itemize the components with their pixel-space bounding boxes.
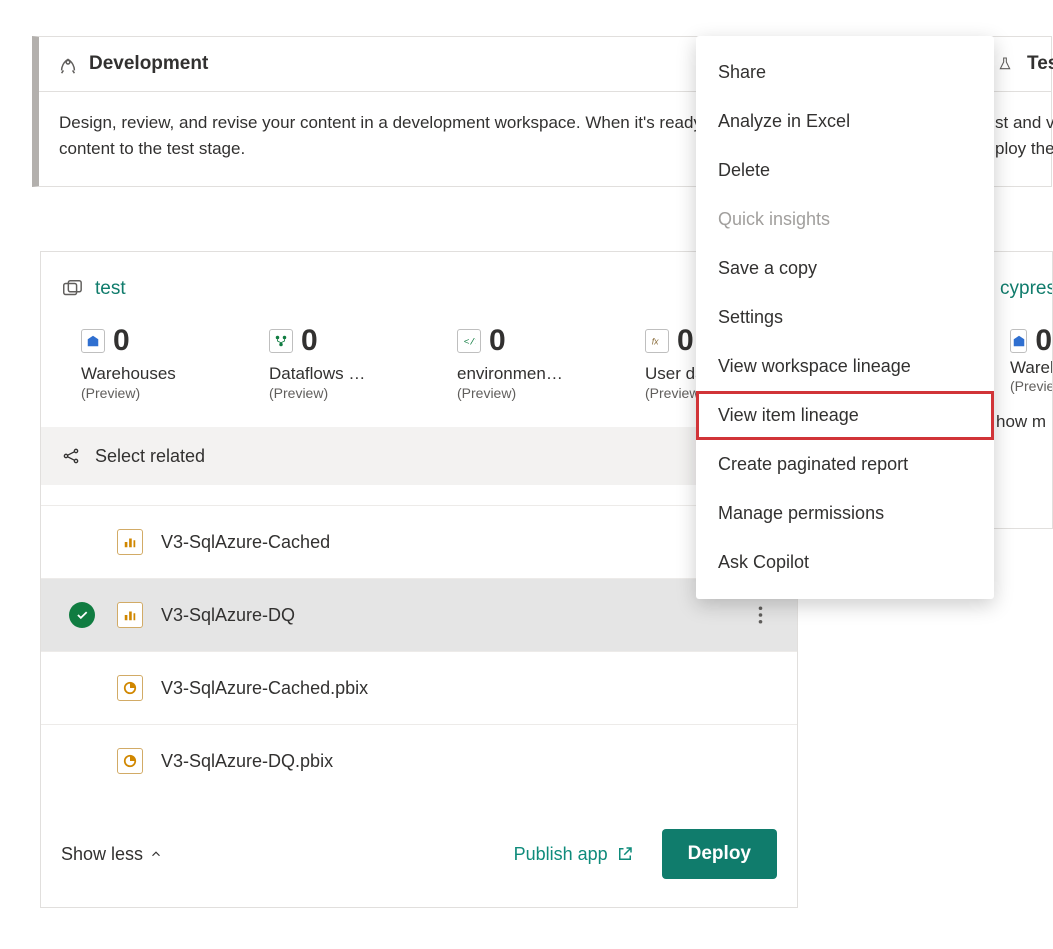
checkmark-icon[interactable] [69,602,95,628]
metrics-row: 0 Warehouses (Preview) 0 Dataflows … (Pr… [41,320,797,427]
metric-label: Wareh [1010,358,1053,377]
list-item[interactable]: V3-SqlAzure-Cached [41,506,797,579]
metric-label: environmen… [457,364,577,384]
report-icon [117,529,143,555]
metric-warehouses: 0 Warehouses (Preview) [81,324,201,401]
menu-item-create-paginated-report[interactable]: Create paginated report [696,440,994,489]
warehouse-icon [81,329,105,353]
more-options-button[interactable] [743,598,777,632]
show-more-toggle[interactable]: how m [992,396,1052,432]
workspace-panel: test 0 Warehouses (Preview) 0 Dataflows … [40,251,798,908]
menu-item-analyze-excel[interactable]: Analyze in Excel [696,97,994,146]
pbix-icon [117,675,143,701]
svg-text:</>: </> [464,337,476,348]
metric-count: 0 [1035,324,1052,358]
stage-description: st and ve ploy the [991,92,1051,180]
deploy-button[interactable]: Deploy [662,829,777,879]
metric-count: 0 [489,324,506,358]
list-item[interactable]: V3-SqlAzure-DQ [41,579,797,652]
select-related-bar: Select related 1 s [41,427,797,485]
function-icon: fx [645,329,669,353]
item-name: V3-SqlAzure-Cached [161,532,330,553]
metric-preview: (Previe [1010,378,1053,394]
publish-app-link[interactable]: Publish app [514,844,634,865]
metric-count: 0 [113,324,130,358]
menu-item-delete[interactable]: Delete [696,146,994,195]
menu-item-save-copy[interactable]: Save a copy [696,244,994,293]
workspace-name-link[interactable]: cypres [992,252,1052,320]
menu-item-view-item-lineage[interactable]: View item lineage [696,391,994,440]
metric-dataflows: 0 Dataflows … (Preview) [269,324,389,401]
pbix-icon [117,748,143,774]
item-name: V3-SqlAzure-Cached.pbix [161,678,368,699]
workspace-name-link[interactable]: test [95,278,126,300]
metric-label: Dataflows … [269,364,389,384]
show-less-toggle[interactable]: Show less [61,844,163,865]
list-item[interactable] [41,485,797,506]
menu-item-settings[interactable]: Settings [696,293,994,342]
metric-environments: </> 0 environmen… (Preview) [457,324,577,401]
warehouse-icon [1010,329,1027,353]
menu-item-manage-permissions[interactable]: Manage permissions [696,489,994,538]
dataflow-icon [269,329,293,353]
context-menu: Share Analyze in Excel Delete Quick insi… [696,36,994,599]
item-list: V3-SqlAzure-Cached V3-SqlAzure-DQ V3-Sql… [41,485,797,801]
workspace-panel-secondary: cypres 0 Wareh (Previe how m [992,251,1053,529]
list-item[interactable]: V3-SqlAzure-Cached.pbix [41,652,797,725]
menu-item-share[interactable]: Share [696,48,994,97]
item-name: V3-SqlAzure-DQ [161,605,295,626]
menu-item-view-workspace-lineage[interactable]: View workspace lineage [696,342,994,391]
metric-preview: (Preview) [457,385,577,401]
item-name: V3-SqlAzure-DQ.pbix [161,751,333,772]
metric-preview: (Preview) [269,385,389,401]
stage-title: Development [89,53,208,75]
flask-icon [997,53,1023,75]
menu-item-ask-copilot[interactable]: Ask Copilot [696,538,994,587]
report-icon [117,602,143,628]
metric-count: 0 [301,324,318,358]
select-related-label[interactable]: Select related [95,446,205,467]
metric-preview: (Preview) [81,385,201,401]
environment-icon: </> [457,329,481,353]
show-less-label: Show less [61,844,143,865]
workspace-icon [61,278,83,300]
share-nodes-icon [61,446,81,466]
publish-app-label: Publish app [514,844,608,865]
svg-text:fx: fx [652,337,659,347]
rocket-icon [57,53,89,75]
menu-item-quick-insights: Quick insights [696,195,994,244]
metric-count: 0 [677,324,694,358]
stage-card-test: Test st and ve ploy the [991,36,1052,187]
stage-header-test: Test [991,37,1051,92]
metric-label: Warehouses [81,364,201,384]
stage-title: Test [1027,53,1053,75]
list-item[interactable]: V3-SqlAzure-DQ.pbix [41,725,797,797]
